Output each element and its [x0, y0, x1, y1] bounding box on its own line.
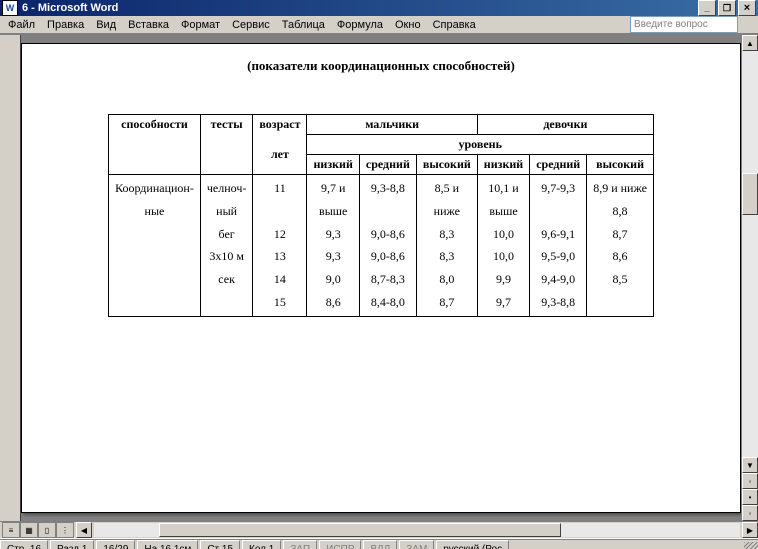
- col-boys: мальчики: [307, 115, 477, 135]
- vertical-ruler: [0, 35, 21, 521]
- girls-low-h: низкий: [477, 155, 529, 175]
- menu-help[interactable]: Справка: [427, 17, 482, 33]
- titlebar: W 6 - Microsoft Word _ ❐ ×: [0, 0, 758, 16]
- status-at: На 16,1см: [137, 540, 198, 549]
- status-pagecount: 16/29: [96, 540, 135, 549]
- menu-view[interactable]: Вид: [90, 17, 122, 33]
- outline-view-button[interactable]: ⋮: [56, 522, 74, 538]
- cell-boys-high: 8,5 и ниже 8,3 8,3 8,0 8,7: [416, 175, 477, 317]
- cell-ability: Координацион- ные: [109, 175, 201, 317]
- cell-ages: 11 12 13 14 15: [253, 175, 307, 317]
- col-ability: способности: [109, 115, 201, 175]
- normal-view-button[interactable]: ≡: [2, 522, 20, 538]
- horizontal-scrollbar[interactable]: ≡ ▦ ▯ ⋮ ◀ ▶: [0, 521, 758, 538]
- web-view-button[interactable]: ▦: [20, 522, 38, 538]
- status-ext[interactable]: ВДЛ: [363, 540, 397, 549]
- menu-file[interactable]: Файл: [2, 17, 41, 33]
- col-age: возраст лет: [253, 115, 307, 175]
- status-lang[interactable]: русский (Рос: [436, 540, 509, 549]
- menu-window[interactable]: Окно: [389, 17, 427, 33]
- document-viewport[interactable]: (показатели координационных способностей…: [21, 35, 741, 521]
- menu-insert[interactable]: Вставка: [122, 17, 175, 33]
- minimize-button[interactable]: _: [698, 0, 716, 16]
- status-rec[interactable]: ЗАП: [283, 540, 317, 549]
- status-col: Кол 1: [242, 540, 281, 549]
- window-title: 6 - Microsoft Word: [22, 2, 118, 14]
- cell-girls-mid: 9,7-9,3 9,6-9,1 9,5-9,0 9,4-9,0 9,3-8,8: [530, 175, 587, 317]
- hscroll-track[interactable]: [94, 523, 740, 537]
- scroll-thumb[interactable]: [742, 173, 758, 215]
- resize-grip[interactable]: [744, 542, 758, 549]
- girls-mid-h: средний: [530, 155, 587, 175]
- next-page-button[interactable]: ◦: [742, 505, 758, 521]
- menubar: Файл Правка Вид Вставка Формат Сервис Та…: [0, 16, 758, 34]
- menu-table[interactable]: Таблица: [276, 17, 331, 33]
- scroll-right-button[interactable]: ▶: [742, 522, 758, 538]
- hscroll-thumb[interactable]: [159, 523, 561, 537]
- browse-object-button[interactable]: •: [742, 489, 758, 505]
- ask-question-box[interactable]: Введите вопрос: [630, 16, 738, 33]
- statusbar: Стр. 16 Разд 1 16/29 На 16,1см Ст 15 Кол…: [0, 539, 758, 549]
- menu-tools[interactable]: Сервис: [226, 17, 276, 33]
- print-layout-button[interactable]: ▯: [38, 522, 56, 538]
- scroll-left-button[interactable]: ◀: [76, 522, 92, 538]
- col-girls: девочки: [477, 115, 653, 135]
- scroll-track[interactable]: [742, 51, 758, 457]
- status-trk[interactable]: ИСПР: [319, 540, 361, 549]
- close-button[interactable]: ×: [738, 0, 756, 16]
- status-page: Стр. 16: [0, 540, 48, 549]
- status-line: Ст 15: [200, 540, 240, 549]
- cell-girls-low: 10,1 и выше 10,0 10,0 9,9 9,7: [477, 175, 529, 317]
- scroll-down-button[interactable]: ▼: [742, 457, 758, 473]
- status-ovr[interactable]: ЗАМ: [399, 540, 434, 549]
- boys-low-h: низкий: [307, 155, 359, 175]
- data-table: способности тесты возраст лет мальчики д…: [108, 114, 654, 317]
- menu-edit[interactable]: Правка: [41, 17, 90, 33]
- word-icon: W: [2, 0, 18, 16]
- app-window: W 6 - Microsoft Word _ ❐ × Файл Правка В…: [0, 0, 758, 549]
- workarea: (показатели координационных способностей…: [0, 35, 758, 521]
- menu-format[interactable]: Формат: [175, 17, 226, 33]
- doc-heading: (показатели координационных способностей…: [62, 58, 700, 74]
- girls-high-h: высокий: [587, 155, 654, 175]
- page: (показатели координационных способностей…: [21, 43, 741, 513]
- table-row: Координацион- ные челноч- ный бег 3х10 м…: [109, 175, 654, 317]
- cell-boys-mid: 9,3-8,8 9,0-8,6 9,0-8,6 8,7-8,3 8,4-8,0: [359, 175, 416, 317]
- maximize-button[interactable]: ❐: [718, 0, 736, 16]
- vertical-scrollbar[interactable]: ▲ ▼ ◦ • ◦: [741, 35, 758, 521]
- prev-page-button[interactable]: ◦: [742, 473, 758, 489]
- scroll-up-button[interactable]: ▲: [742, 35, 758, 51]
- boys-mid-h: средний: [359, 155, 416, 175]
- cell-test: челноч- ный бег 3х10 м сек: [200, 175, 253, 317]
- row-level: уровень: [307, 135, 653, 155]
- cell-girls-high: 8,9 и ниже 8,8 8,7 8,6 8,5: [587, 175, 654, 317]
- col-tests: тесты: [200, 115, 253, 175]
- status-section: Разд 1: [50, 540, 94, 549]
- cell-boys-low: 9,7 и выше 9,3 9,3 9,0 8,6: [307, 175, 359, 317]
- boys-high-h: высокий: [416, 155, 477, 175]
- menu-formula[interactable]: Формула: [331, 17, 389, 33]
